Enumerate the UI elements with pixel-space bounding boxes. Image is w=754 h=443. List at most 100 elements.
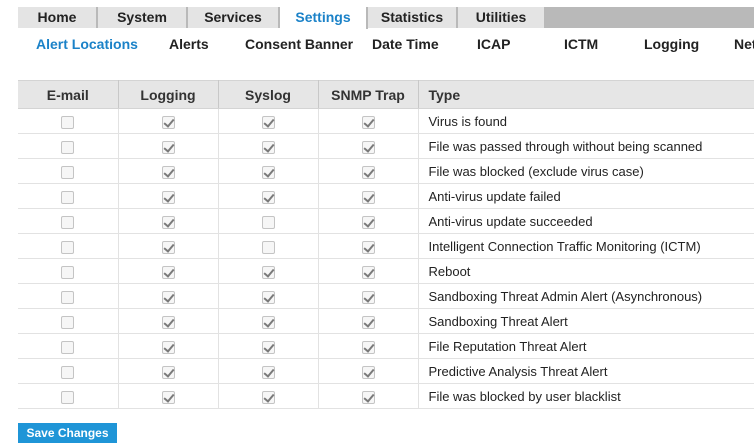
email-checkbox[interactable] bbox=[61, 265, 75, 279]
subnav-alerts[interactable]: Alerts bbox=[169, 36, 209, 52]
snmp-trap-checkbox[interactable] bbox=[361, 390, 375, 404]
logging-checkbox[interactable] bbox=[161, 115, 175, 129]
snmp-trap-checkbox[interactable] bbox=[361, 315, 375, 329]
logging-cell bbox=[118, 183, 219, 209]
subnav-logging[interactable]: Logging bbox=[644, 36, 699, 52]
syslog-checkbox[interactable] bbox=[261, 290, 275, 304]
snmp-trap-checkbox[interactable] bbox=[361, 365, 375, 379]
email-cell bbox=[18, 208, 119, 234]
logging-cell bbox=[118, 283, 219, 309]
table-row: Intelligent Connection Traffic Monitorin… bbox=[18, 233, 754, 259]
snmp-cell bbox=[318, 133, 419, 159]
email-checkbox[interactable] bbox=[61, 190, 75, 204]
settings-sub-navigation: Alert Locations Alerts Consent Banner Da… bbox=[0, 36, 754, 54]
syslog-cell bbox=[218, 383, 319, 409]
table-row: File was blocked by user blacklist bbox=[18, 383, 754, 409]
logging-checkbox[interactable] bbox=[161, 265, 175, 279]
syslog-checkbox[interactable] bbox=[261, 340, 275, 354]
logging-cell bbox=[118, 333, 219, 359]
email-checkbox[interactable] bbox=[61, 240, 75, 254]
email-checkbox[interactable] bbox=[61, 115, 75, 129]
email-cell bbox=[18, 183, 119, 209]
snmp-trap-checkbox[interactable] bbox=[361, 265, 375, 279]
syslog-checkbox[interactable] bbox=[261, 165, 275, 179]
alert-locations-table: E-mail Logging Syslog SNMP Trap Type Vir… bbox=[18, 80, 754, 409]
logging-checkbox[interactable] bbox=[161, 365, 175, 379]
email-checkbox[interactable] bbox=[61, 165, 75, 179]
tab-services[interactable]: Services bbox=[188, 7, 280, 28]
syslog-cell bbox=[218, 233, 319, 259]
alert-type-label: Intelligent Connection Traffic Monitorin… bbox=[418, 233, 754, 259]
tab-system[interactable]: System bbox=[98, 7, 188, 28]
email-cell bbox=[18, 158, 119, 184]
email-checkbox[interactable] bbox=[61, 390, 75, 404]
logging-checkbox[interactable] bbox=[161, 315, 175, 329]
syslog-checkbox[interactable] bbox=[261, 190, 275, 204]
logging-checkbox[interactable] bbox=[161, 165, 175, 179]
syslog-checkbox[interactable] bbox=[261, 365, 275, 379]
syslog-cell bbox=[218, 333, 319, 359]
snmp-trap-checkbox[interactable] bbox=[361, 165, 375, 179]
email-checkbox[interactable] bbox=[61, 340, 75, 354]
logging-checkbox[interactable] bbox=[161, 240, 175, 254]
tab-utilities[interactable]: Utilities bbox=[458, 7, 546, 28]
alert-type-label: Anti-virus update succeeded bbox=[418, 208, 754, 234]
subnav-consent-banner[interactable]: Consent Banner bbox=[245, 36, 353, 52]
email-checkbox[interactable] bbox=[61, 140, 75, 154]
snmp-trap-checkbox[interactable] bbox=[361, 140, 375, 154]
syslog-cell bbox=[218, 133, 319, 159]
subnav-alert-locations[interactable]: Alert Locations bbox=[36, 36, 138, 52]
email-checkbox[interactable] bbox=[61, 315, 75, 329]
snmp-trap-checkbox[interactable] bbox=[361, 215, 375, 229]
tab-home[interactable]: Home bbox=[18, 7, 98, 28]
alert-type-label: Anti-virus update failed bbox=[418, 183, 754, 209]
email-cell bbox=[18, 358, 119, 384]
alert-type-label: Reboot bbox=[418, 258, 754, 284]
email-cell bbox=[18, 233, 119, 259]
table-row: Predictive Analysis Threat Alert bbox=[18, 358, 754, 384]
syslog-cell bbox=[218, 358, 319, 384]
logging-cell bbox=[118, 258, 219, 284]
syslog-checkbox[interactable] bbox=[261, 315, 275, 329]
syslog-checkbox[interactable] bbox=[261, 115, 275, 129]
snmp-cell bbox=[318, 258, 419, 284]
email-checkbox[interactable] bbox=[61, 290, 75, 304]
logging-checkbox[interactable] bbox=[161, 290, 175, 304]
logging-checkbox[interactable] bbox=[161, 190, 175, 204]
syslog-column-header: Syslog bbox=[218, 80, 319, 109]
tab-settings[interactable]: Settings bbox=[280, 7, 368, 29]
save-changes-button[interactable]: Save Changes bbox=[18, 423, 117, 443]
table-row: Anti-virus update failed bbox=[18, 183, 754, 209]
syslog-checkbox[interactable] bbox=[261, 265, 275, 279]
logging-checkbox[interactable] bbox=[161, 340, 175, 354]
snmp-cell bbox=[318, 333, 419, 359]
snmp-trap-checkbox[interactable] bbox=[361, 115, 375, 129]
subnav-icap[interactable]: ICAP bbox=[477, 36, 510, 52]
logging-checkbox[interactable] bbox=[161, 390, 175, 404]
alert-type-label: File was blocked by user blacklist bbox=[418, 383, 754, 409]
syslog-checkbox[interactable] bbox=[261, 215, 275, 229]
email-checkbox[interactable] bbox=[61, 215, 75, 229]
email-cell bbox=[18, 258, 119, 284]
tab-statistics[interactable]: Statistics bbox=[368, 7, 458, 28]
snmp-trap-checkbox[interactable] bbox=[361, 240, 375, 254]
snmp-trap-column-header: SNMP Trap bbox=[318, 80, 419, 109]
syslog-checkbox[interactable] bbox=[261, 240, 275, 254]
logging-checkbox[interactable] bbox=[161, 215, 175, 229]
table-row: Virus is found bbox=[18, 108, 754, 134]
logging-checkbox[interactable] bbox=[161, 140, 175, 154]
syslog-checkbox[interactable] bbox=[261, 140, 275, 154]
snmp-trap-checkbox[interactable] bbox=[361, 340, 375, 354]
syslog-checkbox[interactable] bbox=[261, 390, 275, 404]
email-checkbox[interactable] bbox=[61, 365, 75, 379]
syslog-cell bbox=[218, 183, 319, 209]
email-column-header: E-mail bbox=[18, 80, 119, 109]
logging-cell bbox=[118, 108, 219, 134]
snmp-trap-checkbox[interactable] bbox=[361, 190, 375, 204]
snmp-trap-checkbox[interactable] bbox=[361, 290, 375, 304]
table-row: Sandboxing Threat Alert bbox=[18, 308, 754, 334]
subnav-date-time[interactable]: Date Time bbox=[372, 36, 439, 52]
subnav-net[interactable]: Net bbox=[734, 36, 754, 52]
subnav-ictm[interactable]: ICTM bbox=[564, 36, 598, 52]
snmp-cell bbox=[318, 208, 419, 234]
